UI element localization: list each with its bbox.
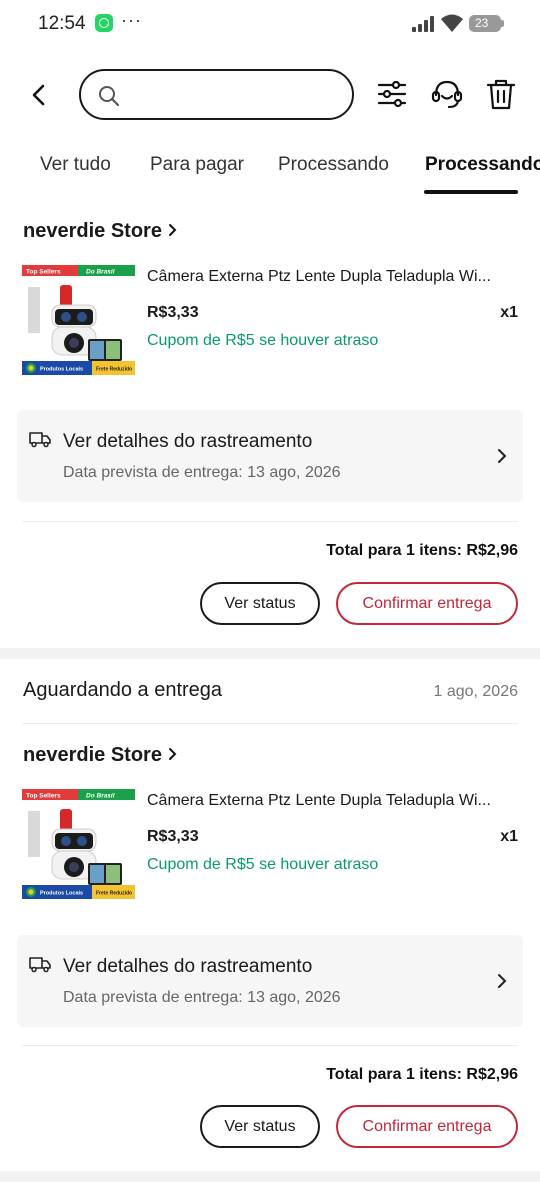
product-quantity: x1 bbox=[500, 304, 518, 321]
tracking-title: Ver detalhes do rastreamento bbox=[63, 956, 313, 977]
confirm-delivery-button[interactable]: Confirmar entrega bbox=[336, 1105, 518, 1148]
status-bar: 12:54 ··· 23 bbox=[0, 0, 540, 48]
search-icon bbox=[99, 86, 120, 107]
search-bar[interactable] bbox=[79, 69, 354, 120]
badge-top-sellers: Top Sellers bbox=[26, 269, 61, 276]
active-tab-indicator bbox=[424, 190, 518, 194]
truck-icon bbox=[29, 432, 51, 448]
product-title[interactable]: Câmera Externa Ptz Lente Dupla Teladupla… bbox=[147, 792, 517, 810]
order-total: Total para 1 itens: R$2,96 bbox=[326, 542, 518, 559]
confirm-delivery-button[interactable]: Confirmar entrega bbox=[336, 582, 518, 625]
chevron-right-icon bbox=[498, 449, 507, 463]
tab-processando[interactable]: Processando bbox=[278, 154, 389, 176]
delivery-estimate: Data prevista de entrega: 13 ago, 2026 bbox=[63, 989, 341, 1006]
delay-coupon-text: Cupom de R$5 se houver atraso bbox=[147, 856, 379, 873]
badge-frete-reduzido: Frete Reduzido bbox=[96, 367, 132, 373]
order-date: 1 ago, 2026 bbox=[433, 683, 518, 700]
tab-ver-tudo[interactable]: Ver tudo bbox=[40, 154, 111, 176]
badge-top-sellers: Top Sellers bbox=[26, 793, 61, 800]
product-price: R$3,33 bbox=[147, 828, 199, 845]
top-bar bbox=[0, 68, 540, 122]
tab-processando-active[interactable]: Processando bbox=[425, 154, 540, 176]
view-status-button[interactable]: Ver status bbox=[200, 582, 320, 625]
order-status: Aguardando a entrega bbox=[23, 679, 223, 701]
divider bbox=[22, 1045, 518, 1046]
product-quantity: x1 bbox=[500, 828, 518, 845]
badge-frete-reduzido: Frete Reduzido bbox=[96, 891, 132, 897]
section-separator bbox=[0, 648, 540, 659]
truck-icon bbox=[29, 957, 51, 973]
store-name: neverdie Store bbox=[23, 220, 162, 242]
search-input[interactable] bbox=[129, 79, 339, 111]
chevron-right-icon bbox=[168, 748, 177, 760]
view-status-button[interactable]: Ver status bbox=[200, 1105, 320, 1148]
product-image[interactable]: Top Sellers Do Brasil Produtos Locais Fr… bbox=[22, 265, 135, 375]
delivery-estimate: Data prevista de entrega: 13 ago, 2026 bbox=[63, 464, 341, 481]
tracking-title: Ver detalhes do rastreamento bbox=[63, 431, 313, 452]
chevron-right-icon bbox=[498, 974, 507, 988]
battery-indicator: 23 bbox=[469, 15, 504, 32]
signal-icon bbox=[412, 16, 434, 32]
filter-sliders-icon[interactable] bbox=[374, 76, 410, 112]
order-total: Total para 1 itens: R$2,96 bbox=[326, 1066, 518, 1083]
product-image[interactable]: Top Sellers Do Brasil Produtos Locais Fr… bbox=[22, 789, 135, 899]
tracking-details[interactable]: Ver detalhes do rastreamento Data previs… bbox=[17, 935, 523, 1027]
wifi-icon bbox=[441, 14, 463, 32]
delay-coupon-text: Cupom de R$5 se houver atraso bbox=[147, 332, 379, 349]
trash-icon[interactable] bbox=[483, 76, 519, 112]
more-notifications-icon: ··· bbox=[121, 10, 142, 30]
tab-para-pagar[interactable]: Para pagar bbox=[150, 154, 244, 176]
store-link[interactable]: neverdie Store bbox=[23, 220, 177, 243]
customer-support-icon[interactable] bbox=[429, 76, 465, 112]
order-card: Aguardando a entrega 1 ago, 2026 neverdi… bbox=[0, 659, 540, 1171]
product-title[interactable]: Câmera Externa Ptz Lente Dupla Teladupla… bbox=[147, 268, 517, 286]
divider bbox=[22, 521, 518, 522]
badge-do-brasil: Do Brasil bbox=[86, 793, 115, 800]
section-separator bbox=[0, 1171, 540, 1182]
whatsapp-icon bbox=[95, 14, 113, 32]
product-price: R$3,33 bbox=[147, 304, 199, 321]
badge-produtos-locais: Produtos Locais bbox=[40, 891, 83, 897]
badge-do-brasil: Do Brasil bbox=[86, 269, 115, 276]
tracking-details[interactable]: Ver detalhes do rastreamento Data previs… bbox=[17, 410, 523, 502]
camera-product-image: Top Sellers Do Brasil Produtos Locais Fr… bbox=[22, 789, 135, 899]
chevron-right-icon bbox=[168, 224, 177, 236]
order-card: neverdie Store Top Sellers Do Brasil Pro… bbox=[0, 208, 540, 648]
store-name: neverdie Store bbox=[23, 744, 162, 766]
order-tabs: Ver tudo Para pagar Processando Processa… bbox=[0, 146, 540, 196]
store-link[interactable]: neverdie Store bbox=[23, 744, 177, 767]
badge-produtos-locais: Produtos Locais bbox=[40, 367, 83, 373]
divider bbox=[22, 723, 518, 724]
camera-product-image: Top Sellers Do Brasil Produtos Locais Fr… bbox=[22, 265, 135, 375]
back-arrow-icon[interactable] bbox=[22, 78, 56, 112]
status-time: 12:54 bbox=[38, 13, 86, 34]
